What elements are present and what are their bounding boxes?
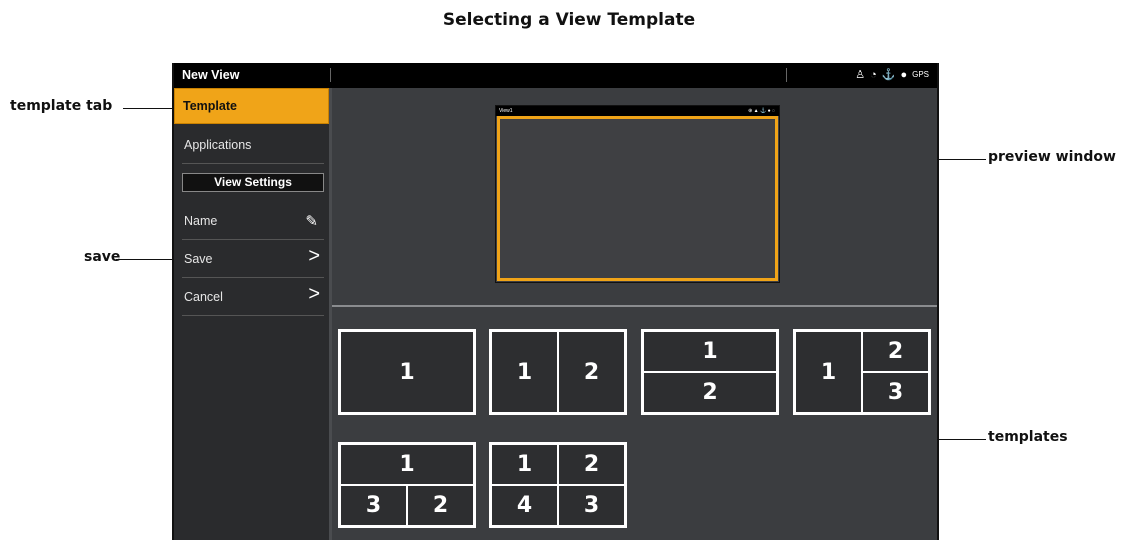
title-bar-divider [786, 68, 787, 82]
pane-cell: 2 [407, 485, 474, 526]
window-title: New View [182, 68, 240, 82]
tab-applications[interactable]: Applications [174, 126, 324, 164]
save-menu-item[interactable]: Save > [174, 240, 324, 278]
pane-cell: 3 [340, 485, 407, 526]
pane-cell: 1 [643, 331, 777, 372]
callout-templates: templates [988, 429, 1068, 445]
gps-icon: GPS [912, 70, 929, 79]
pane-cell: 1 [795, 331, 862, 413]
divider [182, 315, 324, 316]
template-1-pane[interactable]: 1 [338, 329, 476, 415]
view-settings-header: View Settings [182, 173, 324, 192]
cancel-label: Cancel [184, 290, 223, 304]
pane-cell: 1 [491, 444, 558, 485]
tab-template-label: Template [183, 99, 237, 113]
template-4-pane[interactable]: 1 2 4 3 [489, 442, 627, 528]
callout-line-template-tab [123, 108, 175, 109]
preview-title-bar: View1 ⊕ ▲ ⚓ ● ◌ [496, 106, 779, 116]
pane-cell: 1 [340, 331, 474, 413]
pane-cell: 3 [862, 372, 929, 413]
callout-preview-window: preview window [988, 149, 1116, 165]
template-2-pane-vertical[interactable]: 1 2 [489, 329, 627, 415]
name-menu-item[interactable]: Name ✎ [174, 202, 324, 240]
device-screen: New View ♙ ◔ ⚓ ● GPS Template Applicatio… [172, 63, 939, 540]
divider [182, 163, 324, 164]
preview-window: View1 ⊕ ▲ ⚓ ● ◌ [495, 105, 780, 283]
pane-cell: 2 [643, 372, 777, 413]
title-bar-divider [330, 68, 331, 82]
edit-icon: ✎ [305, 213, 318, 230]
chevron-right-icon: > [308, 245, 320, 267]
section-divider [332, 305, 937, 307]
anchor-icon: ⚓ [881, 69, 896, 81]
pane-cell: 4 [491, 485, 558, 526]
pane-cell: 3 [558, 485, 625, 526]
main-divider [329, 88, 332, 540]
pane-cell: 2 [862, 331, 929, 372]
sidebar: Template Applications View Settings Name… [174, 88, 331, 540]
title-bar: New View ♙ ◔ ⚓ ● GPS [174, 63, 937, 88]
tab-applications-label: Applications [184, 138, 252, 152]
callout-line-save [116, 259, 178, 260]
pane-cell: 2 [558, 331, 625, 413]
callout-line-preview-window [936, 159, 986, 160]
save-label: Save [184, 252, 213, 266]
person-icon: ♙ [855, 69, 866, 81]
preview-status-icons: ⊕ ▲ ⚓ ● ◌ [748, 108, 775, 114]
callout-save: save [84, 249, 121, 265]
chevron-right-icon: > [308, 283, 320, 305]
cancel-menu-item[interactable]: Cancel > [174, 278, 324, 316]
template-3-pane-bottom-split[interactable]: 1 3 2 [338, 442, 476, 528]
preview-title: View1 [499, 108, 513, 114]
status-icons: ♙ ◔ ⚓ ● GPS [855, 67, 929, 83]
sonar-icon: ◔ [870, 69, 877, 81]
pane-cell: 1 [491, 331, 558, 413]
pane-cell: 2 [558, 444, 625, 485]
tab-template[interactable]: Template [174, 88, 329, 124]
navigation-icon: ● [900, 69, 908, 81]
name-label: Name [184, 214, 218, 228]
template-3-pane-right-split[interactable]: 1 2 3 [793, 329, 931, 415]
pane-cell: 1 [340, 444, 474, 485]
page-title: Selecting a View Template [442, 10, 696, 30]
callout-line-templates [936, 439, 986, 440]
callout-template-tab: template tab [10, 98, 113, 114]
preview-pane [497, 116, 778, 281]
template-2-pane-horizontal[interactable]: 1 2 [641, 329, 779, 415]
